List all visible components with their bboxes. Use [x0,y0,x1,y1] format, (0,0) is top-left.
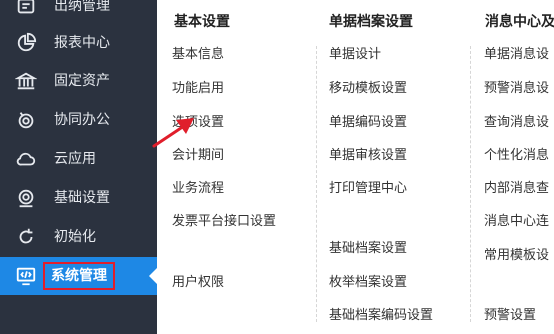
link-message-connect[interactable]: 消息中心连 [484,213,549,231]
sidebar-item-label: 出纳管理 [54,0,110,14]
link-query-message[interactable]: 查询消息设 [484,114,549,132]
column-divider [470,46,471,322]
annotation-arrow-icon [152,118,194,148]
column-divider [316,46,317,322]
link-print-center[interactable]: 打印管理中心 [329,180,407,198]
sidebar-item-initialize[interactable]: 初始化 [0,218,157,256]
sidebar-item-cashier[interactable]: 出纳管理 [0,0,157,25]
sidebar-item-basic-settings[interactable]: 基础设置 [0,179,157,217]
collaboration-icon [14,108,38,132]
cloud-icon [14,147,38,171]
column-title-basic-settings: 基本设置 [174,14,230,30]
link-business-process[interactable]: 业务流程 [172,180,224,198]
sidebar-item-label: 云应用 [54,151,96,167]
link-invoice-platform[interactable]: 发票平台接口设置 [172,213,276,231]
link-document-design[interactable]: 单据设计 [329,46,381,64]
link-basic-archive[interactable]: 基础档案设置 [329,240,407,258]
link-document-review[interactable]: 单据审核设置 [329,147,407,165]
sidebar-item-label: 报表中心 [54,35,110,51]
sidebar-item-fixed-assets[interactable]: 固定资产 [0,62,157,100]
refresh-icon [14,225,38,249]
sidebar-item-label: 基础设置 [54,190,110,206]
sidebar-item-system-management[interactable]: 系统管理 [0,257,157,295]
column-title-message-center: 消息中心及 [485,14,554,30]
system-management-menu: 基本设置 基本信息 功能启用 选项设置 会计期间 业务流程 发票平台接口设置 用… [157,0,554,334]
link-personal-message[interactable]: 个性化消息 [484,147,549,165]
bank-icon [14,69,38,93]
link-enum-archive[interactable]: 枚举档案设置 [329,274,407,292]
pie-chart-icon [14,31,38,55]
link-feature-enable[interactable]: 功能启用 [172,80,224,98]
link-mobile-template[interactable]: 移动模板设置 [329,80,407,98]
link-document-numbering[interactable]: 单据编码设置 [329,114,407,132]
sidebar-item-cloud-apps[interactable]: 云应用 [0,140,157,178]
sidebar-item-collaboration[interactable]: 协同办公 [0,101,157,139]
sidebar-item-label: 系统管理 [43,262,115,290]
link-alert-settings[interactable]: 预警设置 [484,307,536,325]
active-indicator [149,268,157,284]
link-alert-message[interactable]: 预警消息设 [484,80,549,98]
column-title-document-archive: 单据档案设置 [329,14,413,30]
cashier-icon [14,0,38,18]
link-archive-numbering[interactable]: 基础档案编码设置 [329,307,433,325]
sidebar-item-label: 协同办公 [54,112,110,128]
settings-icon [14,186,38,210]
sidebar-item-reports[interactable]: 报表中心 [0,24,157,62]
link-user-permissions[interactable]: 用户权限 [172,274,224,292]
link-document-message[interactable]: 单据消息设 [484,46,549,64]
sidebar-item-label: 初始化 [54,229,96,245]
sidebar: 出纳管理 报表中心 固定资产 协同办公 云应用 基础设置 初始化 系统管理 [0,0,157,334]
link-basic-info[interactable]: 基本信息 [172,46,224,64]
link-internal-message[interactable]: 内部消息查 [484,180,549,198]
code-monitor-icon [14,264,38,288]
link-common-template[interactable]: 常用模板设 [484,247,549,265]
sidebar-item-label: 固定资产 [54,73,110,89]
